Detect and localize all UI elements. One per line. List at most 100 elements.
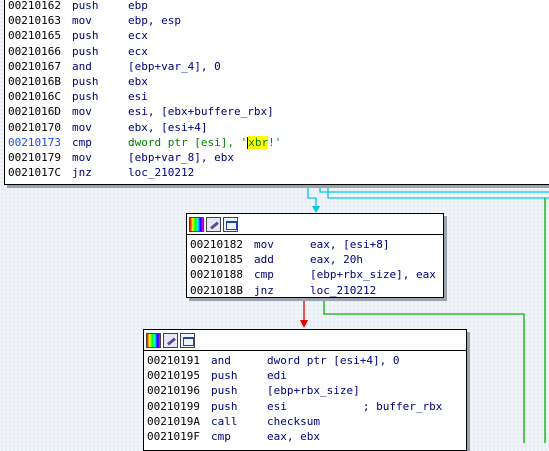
asm-line[interactable]: 0021017C jnz loc_210212 (8, 165, 549, 180)
block-header (144, 330, 466, 351)
asm-mnemonic: push (211, 384, 238, 398)
asm-operands: edi (267, 369, 287, 383)
asm-mnemonic: push (211, 369, 238, 383)
asm-operands: [ebp+var_4], 0 (128, 59, 221, 73)
asm-mnemonic: mov (72, 120, 92, 134)
asm-address: 00210170 (8, 120, 61, 134)
asm-line[interactable]: 00210196 push [ebp+rbx_size] (147, 383, 466, 398)
asm-address: 0021019A (147, 414, 200, 428)
asm-line[interactable]: 00210163 mov ebp, esp (8, 13, 549, 28)
asm-line[interactable]: 00210170 mov ebx, [esi+4] (8, 120, 549, 135)
asm-mnemonic: jnz (254, 283, 274, 297)
block-header (187, 214, 443, 235)
asm-address: 00210167 (8, 59, 61, 73)
asm-mnemonic: and (211, 354, 231, 367)
asm-line[interactable]: 0021016B push ebx (8, 74, 549, 89)
asm-operands: checksum (267, 414, 320, 428)
asm-address: 00210191 (147, 354, 200, 367)
asm-mnemonic: call (211, 414, 238, 428)
operand-suffix: !' (268, 135, 282, 149)
asm-operands: eax, 20h (310, 253, 363, 267)
asm-mnemonic: push (72, 0, 99, 12)
asm-line[interactable]: 0021019A call checksum (147, 414, 466, 429)
asm-operands: ebx, [esi+4] (128, 120, 208, 134)
asm-address: 00210173 (8, 135, 61, 149)
asm-operands: [ebp+rbx_size] (267, 384, 360, 398)
edge-arrowhead (312, 206, 320, 213)
asm-address: 00210165 (8, 29, 61, 43)
asm-comment: ; buffer_rbx (362, 399, 443, 413)
asm-address: 0021019F (147, 429, 200, 443)
asm-operands: [ebp+rbx_size], eax (310, 268, 436, 282)
asm-line[interactable]: 00210165 push ecx (8, 28, 549, 43)
asm-mnemonic: push (72, 44, 99, 58)
asm-line[interactable]: 00210188 cmp [ebp+rbx_size], eax (190, 267, 443, 282)
asm-line[interactable]: 00210195 push edi (147, 368, 466, 383)
highlighted-string[interactable]: xbr (248, 135, 269, 149)
asm-address: 00210185 (190, 253, 243, 267)
asm-operands: [ebp+var_8], ebx (128, 150, 234, 164)
asm-line[interactable]: 00210162 push ebp (8, 0, 549, 13)
asm-operands: esi (267, 399, 287, 413)
asm-line[interactable]: 00210179 mov [ebp+var_8], ebx (8, 150, 549, 165)
asm-address: 00210162 (8, 0, 61, 12)
asm-mnemonic: mov (254, 238, 274, 251)
asm-operands: dword ptr [esi+4], 0 (267, 354, 400, 367)
asm-mnemonic: and (72, 59, 92, 73)
asm-mnemonic: push (72, 90, 99, 104)
graph-view-icon[interactable] (223, 216, 238, 232)
code-block-entry[interactable]: 00210162 push ebp 00210163 mov ebp, esp 002101… (4, 0, 549, 185)
asm-operands: ebp (128, 0, 148, 12)
asm-line[interactable]: 00210173 cmp dword ptr [esi], 'xbr!' (8, 135, 549, 150)
asm-operands: ecx (128, 44, 148, 58)
asm-line[interactable]: 00210199 push esi ; buffer_rbx (147, 399, 466, 414)
asm-operands: eax, ebx (267, 429, 320, 443)
asm-mnemonic: push (211, 399, 238, 413)
asm-mnemonic: mov (72, 14, 92, 28)
asm-address: 00210166 (8, 44, 61, 58)
edge-block1-branch-2 (327, 184, 549, 199)
asm-line[interactable]: 00210167 and [ebp+var_4], 0 (8, 59, 549, 74)
asm-operands: ecx (128, 29, 148, 43)
asm-line[interactable]: 0021019F cmp eax, ebx (147, 429, 466, 444)
graph-view-icon[interactable] (180, 332, 195, 348)
operand-prefix: dword ptr [esi], ' (128, 135, 248, 149)
asm-address: 00210188 (190, 268, 243, 282)
edge-block1-branch (319, 184, 549, 193)
asm-address: 00210196 (147, 384, 200, 398)
asm-mnemonic: mov (72, 150, 92, 164)
asm-address: 00210199 (147, 399, 200, 413)
asm-operands: esi, [ebx+buffere_rbx] (128, 105, 274, 119)
code-block-3[interactable]: 00210191 and dword ptr [esi+4], 0 00210195 p… (143, 329, 467, 451)
asm-line[interactable]: 0021016C push esi (8, 89, 549, 104)
asm-address: 0021017C (8, 166, 61, 180)
edit-pencil-icon[interactable] (163, 332, 178, 348)
edit-pencil-icon[interactable] (206, 216, 221, 232)
asm-address: 0021016D (8, 105, 61, 119)
asm-mnemonic: push (72, 29, 99, 43)
asm-mnemonic: cmp (254, 268, 274, 282)
asm-mnemonic: cmp (72, 135, 92, 149)
color-palette-icon[interactable] (146, 332, 161, 348)
asm-mnemonic: mov (72, 105, 92, 119)
edge-arrowhead (300, 320, 308, 328)
asm-mnemonic: cmp (211, 429, 231, 443)
asm-line[interactable]: 00210182 mov eax, [esi+8] (190, 237, 443, 252)
asm-address: 0021016B (8, 74, 61, 88)
code-block-2[interactable]: 00210182 mov eax, [esi+8] 00210185 add eax, 2… (186, 213, 444, 298)
asm-operands: loc_210212 (128, 166, 195, 180)
asm-mnemonic: jnz (72, 166, 92, 180)
asm-operands: esi (128, 90, 148, 104)
asm-line[interactable]: 00210185 add eax, 20h (190, 252, 443, 267)
asm-line[interactable]: 00210191 and dword ptr [esi+4], 0 (147, 353, 466, 368)
asm-line[interactable]: 0021018B jnz loc_210212 (190, 283, 443, 298)
asm-line[interactable]: 0021016D mov esi, [ebx+buffere_rbx] (8, 104, 549, 119)
asm-operands: eax, [esi+8] (310, 238, 390, 251)
asm-address: 00210195 (147, 369, 200, 383)
asm-operands: loc_210212 (310, 283, 377, 297)
asm-address: 00210179 (8, 150, 61, 164)
asm-line[interactable]: 00210166 push ecx (8, 44, 549, 59)
asm-address: 00210163 (8, 14, 61, 28)
color-palette-icon[interactable] (189, 216, 204, 232)
asm-address: 0021016C (8, 90, 61, 104)
